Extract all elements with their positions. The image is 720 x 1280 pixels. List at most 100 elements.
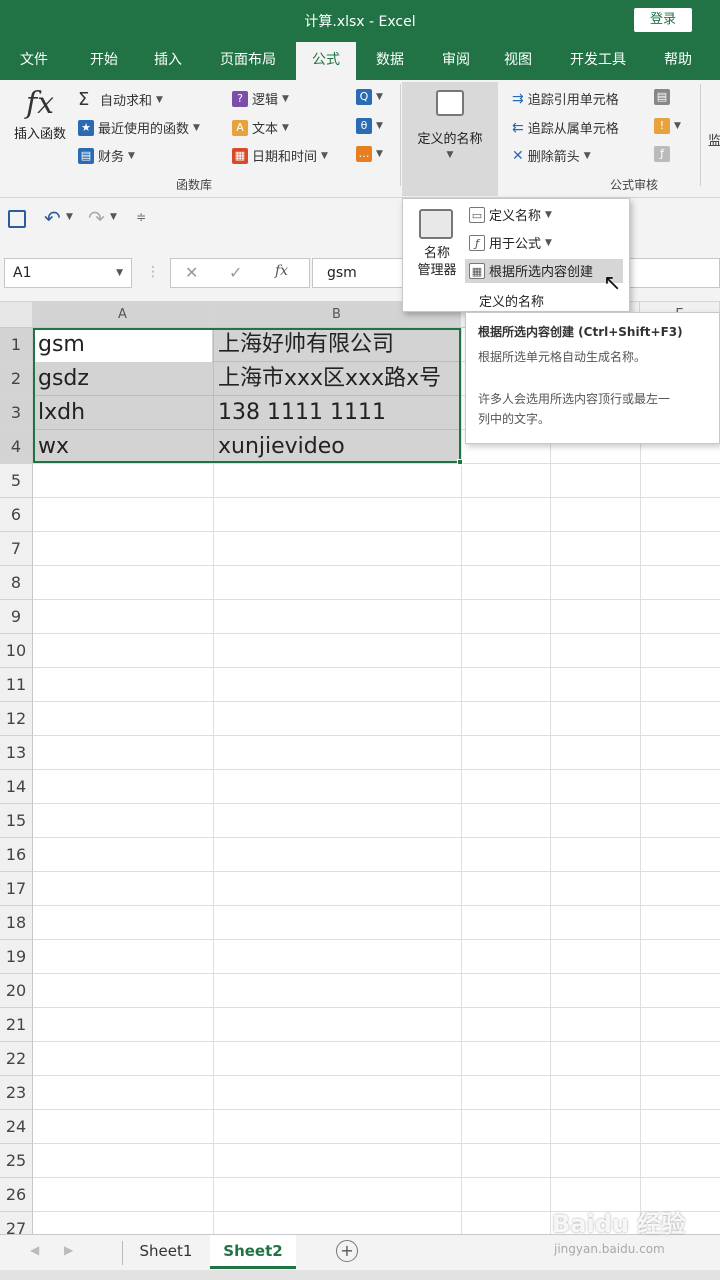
row-header-18[interactable]: 18 xyxy=(0,906,33,940)
window-title: 计算.xlsx - Excel xyxy=(304,14,416,30)
row-header-23[interactable]: 23 xyxy=(0,1076,33,1110)
tab-view[interactable]: 视图 xyxy=(490,42,546,80)
remove-arrows-button[interactable]: ✕ 删除箭头 ▼ xyxy=(512,146,591,166)
name-box[interactable]: A1 ▼ xyxy=(4,258,132,288)
row-header-6[interactable]: 6 xyxy=(0,498,33,532)
save-icon[interactable] xyxy=(8,210,26,228)
row-header-22[interactable]: 22 xyxy=(0,1042,33,1076)
cell-a1[interactable]: gsm xyxy=(33,328,213,362)
tab-file[interactable]: 文件 xyxy=(6,42,62,80)
row-header-16[interactable]: 16 xyxy=(0,838,33,872)
column-header-a[interactable]: A xyxy=(33,302,213,328)
row-header-26[interactable]: 26 xyxy=(0,1178,33,1212)
trace-dependents-button[interactable]: ⇇ 追踪从属单元格 xyxy=(512,118,619,138)
undo-icon[interactable]: ↶ xyxy=(44,206,61,230)
insert-function-icon[interactable]: fx xyxy=(275,263,288,279)
chevron-down-icon[interactable]: ▼ xyxy=(116,268,123,278)
row-header-13[interactable]: 13 xyxy=(0,736,33,770)
row-header-20[interactable]: 20 xyxy=(0,974,33,1008)
sheet-tab-1[interactable]: Sheet1 xyxy=(128,1235,204,1269)
tab-formulas[interactable]: 公式 xyxy=(296,42,356,80)
tab-home[interactable]: 开始 xyxy=(74,42,134,80)
insert-function-button[interactable]: fx 插入函数 xyxy=(8,86,72,156)
row-header-7[interactable]: 7 xyxy=(0,532,33,566)
chevron-down-icon[interactable]: ▼ xyxy=(110,212,117,222)
ribbon-separator xyxy=(700,84,701,186)
financial-label: 财务 xyxy=(98,150,125,165)
cell-b2[interactable]: 上海市xxx区xxx路x号 xyxy=(213,362,461,396)
cell-a4[interactable]: wx xyxy=(33,430,213,464)
chevron-down-icon[interactable]: ▼ xyxy=(66,212,73,222)
text-label: 文本 xyxy=(252,122,279,137)
row-divider xyxy=(33,497,720,498)
logical-label: 逻辑 xyxy=(252,93,279,108)
recent-functions-button[interactable]: ★ 最近使用的函数 ▼ xyxy=(78,118,200,137)
row-divider xyxy=(33,1007,720,1008)
lookup-button[interactable]: Q ▼ xyxy=(356,89,383,105)
trace-precedents-button[interactable]: ⇉ 追踪引用单元格 xyxy=(512,89,619,109)
define-name-label: 定义名称 xyxy=(489,209,542,224)
math-button[interactable]: θ ▼ xyxy=(356,118,383,134)
cell-b3[interactable]: 138 1111 1111 xyxy=(213,396,461,430)
select-all-corner[interactable] xyxy=(0,302,33,328)
login-button[interactable]: 登录 xyxy=(634,8,692,32)
tab-insert[interactable]: 插入 xyxy=(140,42,196,80)
chevron-down-icon: ▼ xyxy=(446,150,454,160)
more-functions-button[interactable]: … ▼ xyxy=(356,146,383,162)
customize-qat-icon[interactable]: ≑ xyxy=(136,210,146,224)
datetime-button[interactable]: ▦ 日期和时间 ▼ xyxy=(232,146,328,165)
row-header-17[interactable]: 17 xyxy=(0,872,33,906)
prev-sheet-icon[interactable]: ◀ xyxy=(30,1243,39,1257)
financial-button[interactable]: ▤ 财务 ▼ xyxy=(78,146,135,165)
row-header-19[interactable]: 19 xyxy=(0,940,33,974)
row-divider xyxy=(33,735,720,736)
create-from-selection-item[interactable]: ▦ 根据所选内容创建 xyxy=(469,261,593,280)
cell-b1[interactable]: 上海好帅有限公司 xyxy=(213,328,461,362)
tab-developer[interactable]: 开发工具 xyxy=(558,42,638,80)
cell-b4[interactable]: xunjievideo xyxy=(213,430,461,464)
tab-review[interactable]: 审阅 xyxy=(426,42,486,80)
tab-data[interactable]: 数据 xyxy=(362,42,418,80)
row-header-25[interactable]: 25 xyxy=(0,1144,33,1178)
use-in-formula-item[interactable]: ƒ 用于公式 ▼ xyxy=(469,233,552,252)
row-header-21[interactable]: 21 xyxy=(0,1008,33,1042)
define-name-item[interactable]: ▭ 定义名称 ▼ xyxy=(469,205,552,224)
tooltip: 根据所选内容创建 (Ctrl+Shift+F3) 根据所选单元格自动生成名称。 … xyxy=(465,312,720,444)
tooltip-detail-2: 列中的文字。 xyxy=(478,412,551,426)
row-header-15[interactable]: 15 xyxy=(0,804,33,838)
evaluate-formula-button[interactable]: ƒ xyxy=(654,146,670,162)
row-header-2[interactable]: 2 xyxy=(0,362,33,396)
row-header-24[interactable]: 24 xyxy=(0,1110,33,1144)
cancel-icon[interactable]: ✕ xyxy=(185,263,198,282)
add-sheet-icon[interactable]: + xyxy=(336,1240,358,1262)
row-header-9[interactable]: 9 xyxy=(0,600,33,634)
row-header-8[interactable]: 8 xyxy=(0,566,33,600)
row-header-10[interactable]: 10 xyxy=(0,634,33,668)
next-sheet-icon[interactable]: ▶ xyxy=(64,1243,73,1257)
tab-help[interactable]: 帮助 xyxy=(650,42,706,80)
row-header-27[interactable]: 27 xyxy=(0,1212,33,1234)
error-checking-button[interactable]: ! ▼ xyxy=(654,118,681,134)
row-header-11[interactable]: 11 xyxy=(0,668,33,702)
row-header-1[interactable]: 1 xyxy=(0,328,33,362)
row-header-12[interactable]: 12 xyxy=(0,702,33,736)
row-header-5[interactable]: 5 xyxy=(0,464,33,498)
cell-a2[interactable]: gsdz xyxy=(33,362,213,396)
title-bar: 计算.xlsx - Excel 登录 xyxy=(0,0,720,42)
text-button[interactable]: A 文本 ▼ xyxy=(232,118,289,137)
check-icon[interactable]: ✓ xyxy=(229,263,242,282)
row-header-3[interactable]: 3 xyxy=(0,396,33,430)
row-header-14[interactable]: 14 xyxy=(0,770,33,804)
ribbon-separator xyxy=(400,84,401,186)
cell-a3[interactable]: lxdh xyxy=(33,396,213,430)
redo-icon[interactable]: ↷ xyxy=(88,206,105,230)
tab-page-layout[interactable]: 页面布局 xyxy=(208,42,288,80)
name-manager-button[interactable]: 名称 管理器 xyxy=(411,245,463,279)
sheet-tab-2[interactable]: Sheet2 xyxy=(210,1235,296,1269)
logical-button[interactable]: ? 逻辑 ▼ xyxy=(232,89,289,108)
watch-window-button-cut[interactable]: 监 xyxy=(708,130,720,149)
autosum-button[interactable]: Σ 自动求和 ▼ xyxy=(78,89,163,110)
show-formulas-button[interactable]: ▤ xyxy=(654,89,670,105)
defined-names-button[interactable]: 定义的名称 ▼ xyxy=(402,82,498,196)
row-header-4[interactable]: 4 xyxy=(0,430,33,464)
